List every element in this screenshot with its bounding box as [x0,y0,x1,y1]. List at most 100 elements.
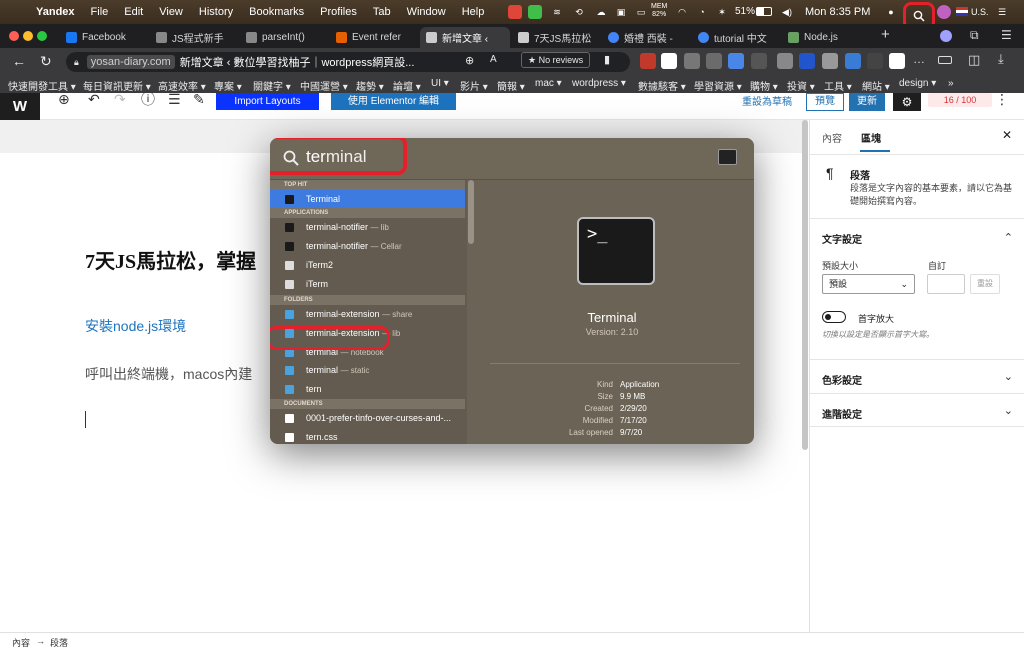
tab-new-post[interactable]: 新增文章 ‹ [420,27,510,48]
result-document[interactable]: 0001-prefer-tinfo-over-curses-and-... [270,409,465,427]
headphones-icon[interactable]: ◠ [675,5,689,19]
bookmark-folder[interactable]: 投資 ▾ [787,78,815,93]
settings-gear-icon[interactable]: ⚙ [893,93,921,111]
extension-icon[interactable] [867,53,883,69]
import-layouts-button[interactable]: Import Layouts [216,93,319,110]
memory-stat[interactable]: MEM 82% [651,3,667,19]
download-icon[interactable]: ⤓ [998,51,1004,67]
translate-icon[interactable]: ⊕ [465,54,474,67]
tab-document[interactable]: 內容 [822,130,842,145]
extension-icon[interactable] [822,53,838,69]
bookmark-folder[interactable]: 影片 ▾ [460,78,488,93]
reload-icon[interactable]: ↻ [40,53,52,70]
tab-event-reference[interactable]: Event refer [330,27,418,48]
bookmark-icon[interactable]: ▮ [604,53,610,66]
bookmark-folder[interactable]: 趨勢 ▾ [356,78,384,93]
breadcrumb-document[interactable]: 內容 [12,636,30,649]
menu-profiles[interactable]: Profiles [312,6,365,18]
extension-icon[interactable] [640,53,656,69]
breadcrumb-block[interactable]: 段落 [50,636,68,649]
chevron-down-icon[interactable]: ⌄ [1004,370,1013,383]
clock[interactable]: Mon 8:35 PM [805,6,870,18]
terminal-app-icon[interactable]: >_ [577,217,655,285]
tab-google-tutorial[interactable]: tutorial 中文 [692,27,780,48]
share-icon[interactable]: ⟲ [572,5,586,19]
result-app[interactable]: terminal-notifier — Cellar [270,237,465,255]
extension-icon[interactable] [684,53,700,69]
result-folder[interactable]: terminal — static [270,361,465,379]
menu-tab[interactable]: Tab [365,6,399,18]
battery-saver-icon[interactable] [938,56,952,64]
new-tab-button[interactable]: + [881,26,890,43]
bookmark-folder[interactable]: 購物 ▾ [750,78,778,93]
bookmark-folder[interactable]: 論壇 ▾ [393,78,421,93]
extension-icon[interactable] [661,53,677,69]
status-app-icon[interactable] [508,5,522,19]
preset-size-select[interactable]: 預設 ⌄ [822,274,915,294]
editor-scrollbar[interactable] [802,120,808,450]
bookmark-folder[interactable]: wordpress ▾ [572,78,626,89]
bookmark-folder[interactable]: 簡報 ▾ [497,78,525,93]
seo-score-badge[interactable]: 16 / 100 [928,93,992,107]
chevron-up-icon[interactable]: ⌃ [1004,231,1013,244]
menu-view[interactable]: View [151,6,191,18]
display-icon[interactable]: ▭ [634,5,648,19]
list-view-icon[interactable]: ☰ [168,92,181,106]
more-bookmarks-icon[interactable]: » [948,78,954,89]
reader-icon[interactable]: A [490,54,497,65]
drop-cap-toggle[interactable] [822,311,846,323]
minimize-window-button[interactable] [23,31,33,41]
bookmark-folder[interactable]: 數據駭客 ▾ [638,78,686,93]
chat-icon[interactable]: ◫ [968,52,980,68]
bookmark-folder[interactable]: 工具 ▾ [824,78,852,93]
reviews-badge[interactable]: ★ No reviews [521,52,591,68]
bookmark-folder[interactable]: 專案 ▾ [214,78,242,93]
add-block-icon[interactable]: ⊕ [58,92,70,106]
menu-file[interactable]: File [83,6,117,18]
menu-history[interactable]: History [191,6,241,18]
tab-switch-icon[interactable]: ⧉ [970,28,979,43]
chevron-down-icon[interactable]: ⌄ [1004,404,1013,417]
menu-bookmarks[interactable]: Bookmarks [241,6,312,18]
extension-icon[interactable] [845,53,861,69]
preview-button[interactable]: 預覽 [806,93,844,111]
extension-icon[interactable] [751,53,767,69]
tab-facebook[interactable]: Facebook [60,27,148,48]
advanced-heading[interactable]: 進階設定 [822,406,862,421]
cloud-icon[interactable]: ☁ [594,5,608,19]
result-folder[interactable]: tern [270,380,465,398]
wordpress-logo[interactable]: W [0,93,40,120]
extension-icon[interactable] [889,53,905,69]
undo-icon[interactable]: ↶ [88,92,100,106]
zoom-window-button[interactable] [37,31,47,41]
info-icon[interactable]: ⓘ [141,92,155,106]
reset-size-button[interactable]: 重設 [970,274,1000,294]
close-sidebar-icon[interactable]: ✕ [1002,128,1012,142]
result-folder[interactable]: terminal-extension — share [270,305,465,323]
bookmark-folder[interactable]: 中國運營 ▾ [300,78,348,93]
color-settings-heading[interactable]: 色彩設定 [822,372,862,387]
advanced-panel[interactable]: 進階設定 ⌄ [810,393,1024,427]
post-paragraph-block[interactable]: 呼叫出終端機，macos內建 [85,364,252,384]
code-extension-icon[interactable] [706,53,722,69]
more-options-icon[interactable]: ⋮ [995,92,1009,106]
input-source[interactable]: U.S. [971,7,989,17]
tab-block[interactable]: 區塊 [861,130,881,145]
custom-size-input[interactable] [927,274,965,294]
result-document[interactable]: tern.css [270,428,465,444]
bookmark-folder[interactable]: 關鍵字 ▾ [253,78,291,93]
menu-edit[interactable]: Edit [116,6,151,18]
result-terminal[interactable]: Terminal [270,190,465,208]
siri-icon[interactable] [937,5,951,19]
post-title[interactable]: 7天JS馬拉松，掌握 [85,245,256,274]
volume-icon[interactable]: ◀) [780,5,794,19]
text-settings-heading[interactable]: 文字設定 [822,231,862,246]
post-heading-block[interactable]: 安裝node.js環境 [85,316,186,336]
result-app[interactable]: terminal-notifier — lib [270,218,465,236]
bookmark-folder[interactable]: mac ▾ [535,78,562,89]
image-icon[interactable]: ▣ [614,5,628,19]
translate-extension-icon[interactable] [728,53,744,69]
tab-js-marathon[interactable]: 7天JS馬拉松 [512,27,600,48]
switch-to-draft-link[interactable]: 重設為草稿 [742,93,792,108]
bookmark-folder[interactable]: 網站 ▾ [862,78,890,93]
